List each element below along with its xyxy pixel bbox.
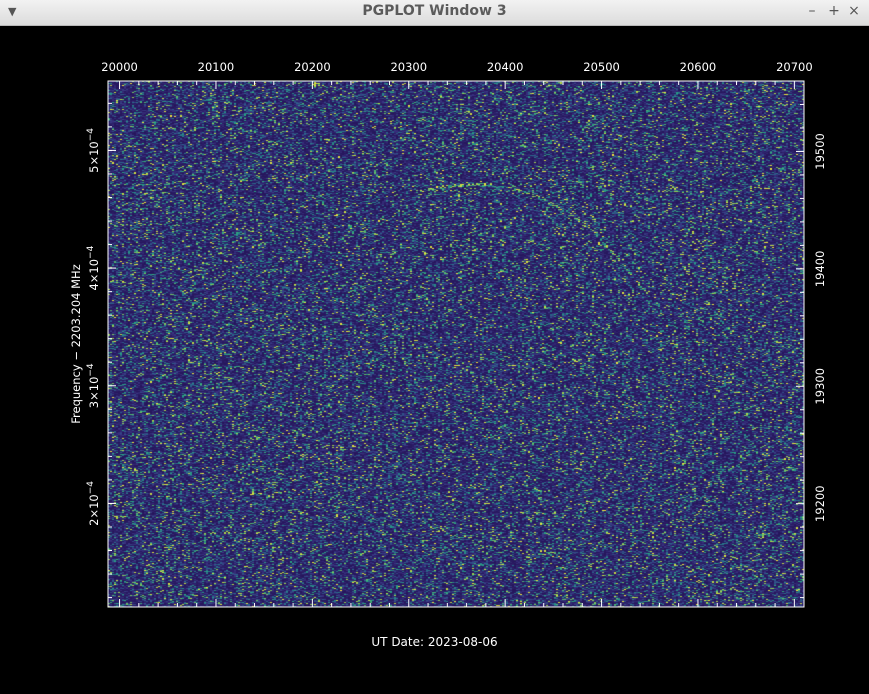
close-button[interactable]: × (846, 3, 862, 19)
y-right-tick-label: 19400 (813, 251, 827, 288)
x-tick-label: 20000 (101, 60, 138, 74)
x-tick-label: 20700 (776, 60, 813, 74)
plot-area: 20000 20100 20200 20300 20400 20500 20600 20700… (0, 26, 869, 694)
y-left-tick-label: 3×10−4 (86, 363, 101, 408)
y-left-tick-label: 5×10−4 (86, 128, 101, 173)
x-tick-label: 20400 (487, 60, 524, 74)
y-tick-exponent: −4 (86, 128, 96, 142)
title-bar[interactable]: ▼ PGPLOT Window 3 – + × (0, 0, 869, 26)
y-right-tick-label: 19500 (813, 133, 827, 170)
y-left-tick-label: 4×10−4 (86, 245, 101, 290)
x-tick-label: 20300 (390, 60, 427, 74)
x-tick-label: 20200 (294, 60, 331, 74)
x-axis-label: UT Date: 2023-08-06 (371, 635, 498, 649)
y-tick-exponent: −4 (86, 363, 96, 377)
x-tick-label: 20100 (198, 60, 235, 74)
y-tick-exponent: −4 (86, 481, 96, 495)
x-tick-label: 20500 (583, 60, 620, 74)
y-tick-exponent: −4 (86, 245, 96, 259)
ticks-layer: 20000 20100 20200 20300 20400 20500 20600 20700… (86, 60, 827, 607)
pgplot-window: ▼ PGPLOT Window 3 – + × 20000 20100 20200 2… (0, 0, 869, 694)
y-tick-mantissa: 5 (87, 166, 101, 173)
y-tick-mantissa: 3 (87, 401, 101, 408)
y-tick-mantissa: 4 (87, 283, 101, 290)
y-tick-times-ten: ×10 (87, 141, 101, 165)
y-left-tick-label: 2×10−4 (86, 481, 101, 526)
plot-frame (107, 80, 805, 608)
y-tick-mantissa: 2 (87, 519, 101, 526)
y-axis-label: Frequency − 2203.204 MHz (69, 264, 83, 424)
y-right-tick-label: 19300 (813, 368, 827, 405)
y-tick-times-ten: ×10 (87, 494, 101, 518)
window-title: PGPLOT Window 3 (362, 3, 507, 19)
plot-axes: 20000 20100 20200 20300 20400 20500 20600 20700… (69, 60, 827, 608)
y-tick-times-ten: ×10 (87, 259, 101, 283)
x-tick-label: 20600 (680, 60, 717, 74)
y-right-tick-label: 19200 (813, 485, 827, 522)
maximize-button[interactable]: + (826, 3, 842, 19)
minimize-button[interactable]: – (804, 3, 820, 19)
y-tick-times-ten: ×10 (87, 377, 101, 401)
